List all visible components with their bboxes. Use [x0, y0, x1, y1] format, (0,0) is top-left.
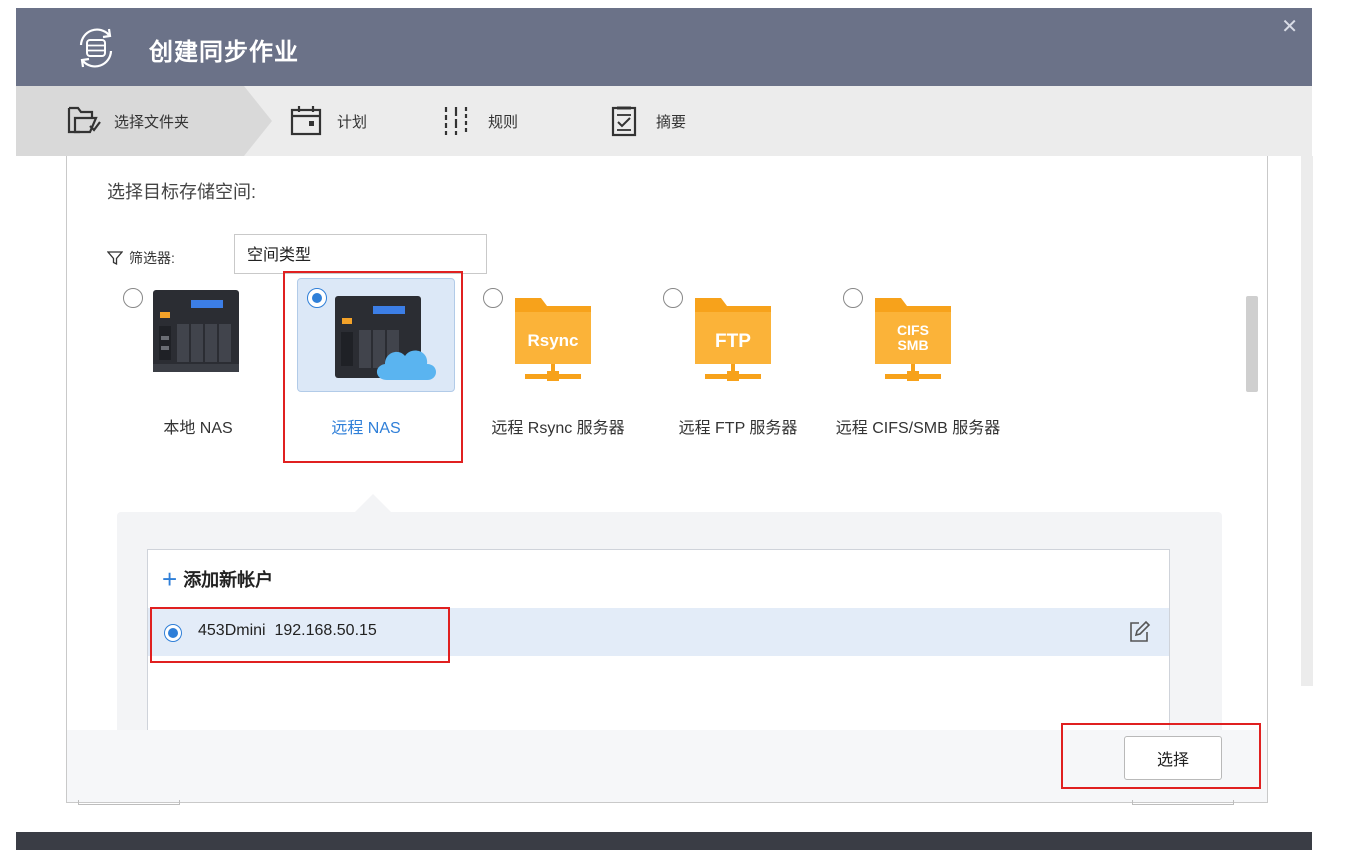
- outer-scrollbar[interactable]: [1301, 156, 1313, 686]
- ftp-folder-icon: FTP: [695, 298, 771, 381]
- option-label: 远程 Rsync 服务器: [491, 420, 625, 437]
- storage-option-ftp[interactable]: FTP 远程 FTP 服务器: [653, 276, 823, 476]
- option-label: 远程 NAS: [331, 420, 401, 437]
- dialog-footer: [67, 730, 1267, 802]
- close-icon[interactable]: ✕: [1281, 14, 1298, 39]
- account-radio[interactable]: [164, 624, 182, 642]
- window-title: 创建同步作业: [149, 38, 299, 66]
- radio-cifs-smb[interactable]: [843, 288, 863, 308]
- storage-option-local-nas[interactable]: 本地 NAS: [113, 276, 283, 476]
- clipboard-check-icon: [611, 106, 637, 137]
- remote-nas-cloud-icon: [335, 296, 436, 380]
- plus-icon: +: [162, 564, 178, 594]
- filter-icon: [107, 251, 123, 266]
- edit-icon[interactable]: [1127, 620, 1151, 644]
- account-ip: 192.168.50.15: [274, 622, 377, 639]
- storage-option-rsync[interactable]: Rsync 远程 Rsync 服务器: [473, 276, 643, 476]
- step-label: 计划: [337, 113, 368, 131]
- bottom-taskbar: [16, 832, 1312, 850]
- calendar-icon: [290, 106, 322, 136]
- radio-local-nas[interactable]: [123, 288, 143, 308]
- selection-pointer: [355, 494, 391, 512]
- storage-option-remote-nas[interactable]: 远程 NAS: [281, 276, 455, 476]
- step-summary[interactable]: 摘要: [608, 86, 686, 156]
- account-label: 453Dmini 192.168.50.15: [198, 622, 377, 640]
- rsync-icon-text: Rsync: [527, 331, 578, 350]
- filter-label-text: 筛选器:: [129, 250, 175, 266]
- add-new-account-button[interactable]: + 添加新帐户: [162, 566, 273, 592]
- space-type-filter-input[interactable]: 空间类型: [234, 234, 487, 274]
- content-panel: 选择目标存储空间: 筛选器: 空间类型 本地 NAS 远程 NAS Rsync …: [66, 156, 1268, 803]
- inner-scrollbar-thumb[interactable]: [1246, 296, 1258, 392]
- option-label: 远程 FTP 服务器: [678, 420, 798, 437]
- account-row[interactable]: 453Dmini 192.168.50.15: [148, 608, 1169, 656]
- step-schedule[interactable]: 计划: [289, 86, 367, 156]
- select-button[interactable]: 选择: [1124, 736, 1222, 780]
- sync-job-icon: [79, 28, 113, 68]
- step-label: 摘要: [656, 113, 687, 131]
- radio-ftp[interactable]: [663, 288, 683, 308]
- add-account-label: 添加新帐户: [183, 570, 274, 590]
- option-label: 远程 CIFS/SMB 服务器: [835, 420, 1001, 437]
- filter-label: 筛选器:: [107, 248, 175, 268]
- folder-select-icon: [67, 106, 101, 134]
- cifs-icon-text: CIFS: [897, 322, 929, 338]
- window-titlebar: 创建同步作业 ✕: [16, 8, 1312, 86]
- rsync-folder-icon: Rsync: [515, 298, 591, 381]
- sliders-icon: [444, 107, 468, 135]
- step-rules[interactable]: 规则: [440, 86, 518, 156]
- step-label: 规则: [488, 113, 519, 131]
- cifs-smb-folder-icon: CIFS SMB: [875, 298, 951, 381]
- step-select-folder[interactable]: 选择文件夹: [66, 86, 189, 156]
- background-button-edge: [1132, 800, 1234, 805]
- wizard-steps: 选择文件夹 计划 规则 摘要: [16, 86, 1312, 156]
- storage-option-cifs-smb[interactable]: CIFS SMB 远程 CIFS/SMB 服务器: [833, 276, 1003, 476]
- account-name: 453Dmini: [198, 622, 266, 639]
- radio-remote-nas[interactable]: [307, 288, 327, 308]
- step-label: 选择文件夹: [114, 113, 190, 131]
- option-label: 本地 NAS: [163, 420, 233, 437]
- nas-device-icon: [153, 290, 239, 372]
- ftp-icon-text: FTP: [715, 331, 751, 352]
- smb-icon-text: SMB: [897, 337, 928, 353]
- background-button-edge: [78, 800, 180, 805]
- section-heading: 选择目标存储空间:: [107, 182, 257, 202]
- radio-rsync[interactable]: [483, 288, 503, 308]
